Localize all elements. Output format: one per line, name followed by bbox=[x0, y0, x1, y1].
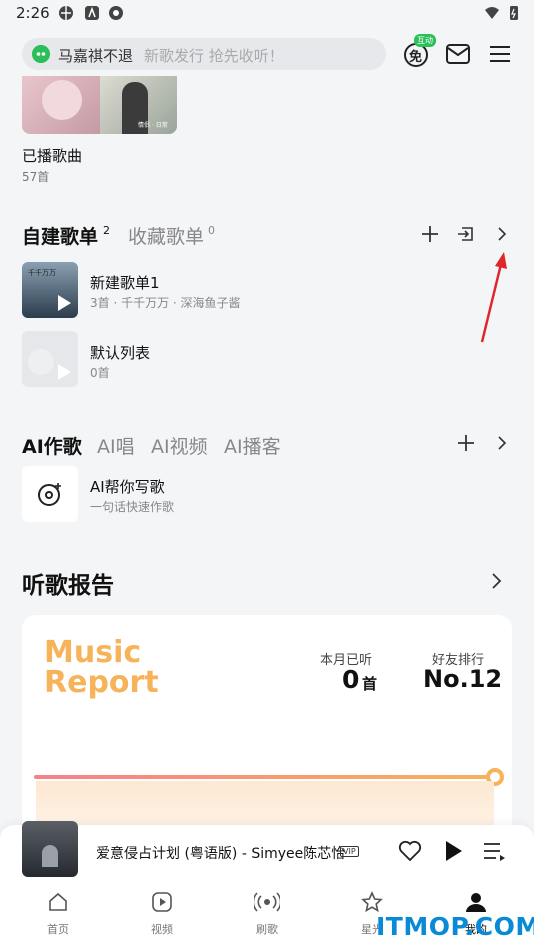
sync-icon bbox=[109, 6, 123, 20]
free-icon-char: 免 bbox=[409, 50, 423, 65]
rank-value: No.12 bbox=[423, 665, 503, 693]
recent-cover-text: 情侣 · 日常 bbox=[138, 122, 168, 129]
star-icon bbox=[361, 891, 383, 913]
wifi-icon bbox=[485, 7, 499, 19]
playlist-sub: 3首 · 千千万万 · 深海鱼子酱 bbox=[90, 296, 241, 310]
heart-icon[interactable] bbox=[398, 840, 422, 862]
nav-label: 首页 bbox=[47, 923, 69, 936]
fav-count: 0 bbox=[208, 224, 215, 237]
playlist-title[interactable]: 新建歌单1 bbox=[90, 272, 160, 293]
chevron-right-icon[interactable] bbox=[488, 570, 506, 592]
nav-video[interactable]: 视频 bbox=[127, 891, 197, 937]
add-playlist-icon[interactable] bbox=[420, 224, 440, 244]
playlist-cover[interactable]: 千千万万 bbox=[22, 262, 78, 318]
search-query: 马嘉祺不退 bbox=[58, 47, 134, 65]
globe-icon bbox=[59, 6, 73, 20]
status-time: 2:26 bbox=[16, 4, 50, 22]
search-placeholder: 新歌发行 抢先收听！ bbox=[144, 47, 284, 65]
playlist-queue-icon[interactable] bbox=[482, 840, 506, 862]
tab-ai-podcast[interactable]: AI播客 bbox=[224, 432, 281, 459]
month-unit: 首 bbox=[362, 675, 378, 693]
status-bar: 2:26 bbox=[0, 0, 534, 28]
recent-count: 57首 bbox=[22, 170, 50, 184]
mail-icon[interactable] bbox=[444, 40, 472, 68]
nav-radio[interactable]: 刷歌 bbox=[232, 891, 302, 937]
now-playing-cover[interactable] bbox=[22, 821, 78, 877]
ai-item-title[interactable]: AI帮你写歌 bbox=[90, 476, 165, 497]
play-icon[interactable] bbox=[444, 840, 464, 862]
month-value: 0 bbox=[342, 665, 360, 694]
nav-label: 视频 bbox=[151, 923, 173, 936]
import-icon[interactable] bbox=[456, 224, 476, 244]
disc-art bbox=[28, 349, 54, 375]
own-count: 2 bbox=[103, 224, 110, 237]
default-list-title[interactable]: 默认列表 bbox=[90, 342, 150, 363]
default-list-cover[interactable] bbox=[22, 331, 78, 387]
report-report-word: Report bbox=[44, 665, 159, 700]
tab-own-playlists[interactable]: 自建歌单 bbox=[22, 222, 98, 249]
profile-icon bbox=[466, 893, 486, 912]
report-progress-bar bbox=[34, 775, 496, 779]
vip-badge: VIP bbox=[340, 846, 359, 857]
free-listen-button[interactable]: 免 互动 bbox=[402, 34, 436, 68]
singer-art bbox=[42, 845, 58, 867]
annotation-arrow bbox=[480, 252, 507, 343]
watermark: ITMOP.COM bbox=[376, 912, 534, 941]
ai-write-song-card[interactable] bbox=[22, 466, 78, 522]
recent-title[interactable]: 已播歌曲 bbox=[22, 145, 82, 166]
now-playing-title[interactable]: 爱意侵占计划 (粤语版) - Simyee陈芯怡 bbox=[96, 843, 345, 863]
menu-icon[interactable] bbox=[486, 40, 514, 68]
anime-face-art bbox=[42, 80, 82, 120]
default-list-sub: 0首 bbox=[90, 366, 110, 380]
playlist-cover-text: 千千万万 bbox=[28, 269, 56, 277]
recent-cover-right: 情侣 · 日常 bbox=[100, 76, 177, 134]
ai-item-sub: 一句话快速作歌 bbox=[90, 500, 175, 514]
tab-fav-playlists[interactable]: 收藏歌单 bbox=[128, 222, 204, 249]
free-badge: 互动 bbox=[414, 34, 436, 47]
recent-cover-left bbox=[22, 76, 100, 134]
radio-icon bbox=[252, 892, 282, 912]
report-card[interactable]: Music Report 本月已听 0 首 好友排行 No.12 bbox=[22, 615, 512, 855]
play-icon bbox=[58, 295, 71, 311]
nav-label: 刷歌 bbox=[256, 923, 278, 936]
add-ai-icon[interactable] bbox=[456, 433, 476, 453]
video-icon bbox=[152, 892, 172, 912]
app-notification-icon bbox=[85, 6, 99, 20]
play-icon bbox=[58, 364, 71, 380]
tab-ai-sing[interactable]: AI唱 bbox=[97, 432, 135, 459]
search-bar[interactable]: 马嘉祺不退 新歌发行 抢先收听！ bbox=[22, 38, 386, 70]
tab-ai-compose[interactable]: AI作歌 bbox=[22, 432, 82, 459]
app-logo-icon bbox=[32, 45, 50, 63]
chevron-right-icon[interactable] bbox=[494, 224, 510, 244]
chevron-right-icon[interactable] bbox=[494, 433, 510, 453]
nav-home[interactable]: 首页 bbox=[23, 891, 93, 937]
battery-icon bbox=[510, 6, 518, 20]
recent-cover[interactable]: 情侣 · 日常 bbox=[22, 76, 177, 134]
home-icon bbox=[49, 892, 67, 911]
tab-ai-video[interactable]: AI视频 bbox=[151, 432, 208, 459]
report-heading: 听歌报告 bbox=[22, 573, 114, 599]
ai-music-icon bbox=[38, 483, 61, 506]
